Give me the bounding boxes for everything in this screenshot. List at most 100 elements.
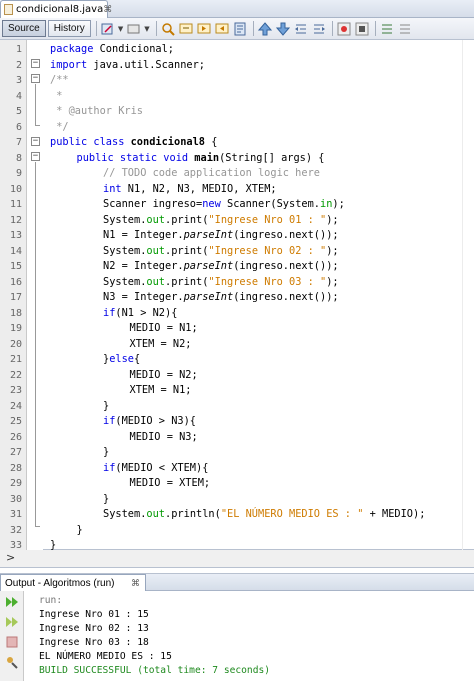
close-output-icon[interactable]: ⌘ [131,578,140,589]
code-token: { [205,136,218,148]
code-token: if [103,306,116,319]
code-line: * [50,89,62,105]
line-number: 10 [9,183,22,195]
output-tab-bar: Output - Algoritmos (run) ⌘ [0,573,474,592]
expand-arrow-icon[interactable]: > [6,551,15,564]
fold-collapse-icon[interactable]: − [31,74,40,83]
code-token: ); [326,244,339,257]
code-token: if [103,415,116,427]
line-number: 24 [9,400,22,412]
find-selection-icon[interactable] [178,21,194,37]
code-token: MEDIO = N1; [129,322,198,334]
code-token: ); [332,198,345,210]
toggle-highlight-icon[interactable] [214,21,230,37]
code-token: * [50,89,63,102]
code-token: new [202,198,221,210]
line-number: 28 [9,462,22,474]
navigate-icon[interactable] [126,21,142,37]
output-line: EL NÚMERO MEDIO ES : 15 [39,651,172,662]
fold-end [35,526,40,527]
code-line: System.out.print("Ingrese Nro 02 : "); [103,244,339,260]
output-console[interactable]: run: Ingrese Nro 01 : 15 Ingrese Nro 02 : … [24,591,474,681]
line-number: 32 [9,524,22,536]
rerun-icon[interactable] [3,593,21,611]
fold-collapse-icon[interactable]: − [31,137,40,146]
code-line: System.out.print("Ingrese Nro 01 : "); [103,213,339,229]
fold-collapse-icon[interactable]: − [31,59,40,68]
chevron-down-icon[interactable]: ▼ [118,25,123,33]
line-number: 13 [9,230,22,241]
line-number: 15 [9,261,22,272]
code-token: out [146,244,166,257]
rerun-with-params-icon[interactable] [3,613,21,631]
code-token: parseInt [183,291,234,303]
code-token: (ingreso.next()); [233,291,339,303]
code-token: System. [103,508,147,520]
history-button[interactable]: History [47,20,91,37]
toggle-bookmark-icon[interactable] [232,21,248,37]
line-number: 26 [9,431,22,443]
code-token: "EL NÚMERO MEDIO ES : " [220,508,364,520]
line-number: 22 [9,369,22,381]
code-token: (MEDIO < XTEM){ [115,461,209,474]
ide-window: condicional8.java ⌘ Source History ▼ ▼ 1… [0,0,474,681]
code-line: XTEM = N1; [130,383,192,399]
code-token: Scanner(System. [220,198,321,210]
code-line: */ [50,120,68,136]
code-line: public static void main(String[] args) { [77,151,325,167]
code-line: XTEM = N2; [130,337,192,353]
code-editor[interactable]: 1 2 3 4 5 6 7 8 9 10 11 12 13 14 15 16 17 18 19 20 21 22 23 24 2… [0,40,474,551]
code-token: { [134,353,141,365]
line-number: 1 [15,44,22,55]
source-button[interactable]: Source [2,20,46,37]
comment-icon[interactable] [379,21,395,37]
code-token: /** [50,74,69,86]
file-tab-title: condicional8.java [16,4,104,15]
code-token: .println( [165,508,221,520]
next-bookmark-icon[interactable] [275,21,291,37]
line-number: 11 [9,199,22,210]
stop-macro-icon[interactable] [354,21,370,37]
code-token: public static void [76,151,189,164]
start-macro-icon[interactable] [336,21,352,37]
code-line: MEDIO = XTEM; [130,476,211,492]
file-tab-condicional8[interactable]: condicional8.java ⌘ [0,0,112,18]
code-line: } [103,492,109,508]
line-number: 12 [9,214,22,226]
code-token: XTEM = N1; [129,384,192,396]
output-line: Ingrese Nro 02 : 13 [39,623,149,634]
settings-icon[interactable] [3,653,21,671]
code-token: Scanner ingreso= [103,198,203,210]
last-edit-icon[interactable] [100,21,116,37]
line-number: 21 [9,354,22,365]
code-token: System. [103,244,147,257]
code-token: package [50,43,94,55]
line-number: 3 [15,75,22,86]
find-previous-icon[interactable] [160,21,176,37]
code-token: .print( [165,275,209,288]
output-line: Ingrese Nro 01 : 15 [39,609,149,620]
output-tab[interactable]: Output - Algoritmos (run) ⌘ [0,574,146,592]
fold-collapse-icon[interactable]: − [31,152,40,161]
fold-guide [35,84,36,125]
code-token: (String[] args) { [219,151,325,164]
code-line: import java.util.Scanner; [50,58,205,74]
toolbar-separator [331,21,333,36]
collapsed-panel-bar[interactable]: > [0,550,474,568]
code-token: out [146,275,166,288]
close-tab-icon[interactable]: ⌘ [103,5,112,15]
code-token: } [103,446,110,458]
uncomment-icon[interactable] [397,21,413,37]
fold-end [35,125,40,126]
code-line: MEDIO = N2; [130,368,198,384]
code-token: else [109,353,135,365]
stop-icon[interactable] [3,633,21,651]
code-token: ); [326,275,339,288]
shift-left-icon[interactable] [293,21,309,37]
previous-bookmark-icon[interactable] [257,21,273,37]
chevron-down-icon[interactable]: ▼ [144,25,149,33]
find-next-icon[interactable] [196,21,212,37]
code-token: } [76,523,83,536]
code-token: parseInt [183,229,234,241]
shift-right-icon[interactable] [311,21,327,37]
